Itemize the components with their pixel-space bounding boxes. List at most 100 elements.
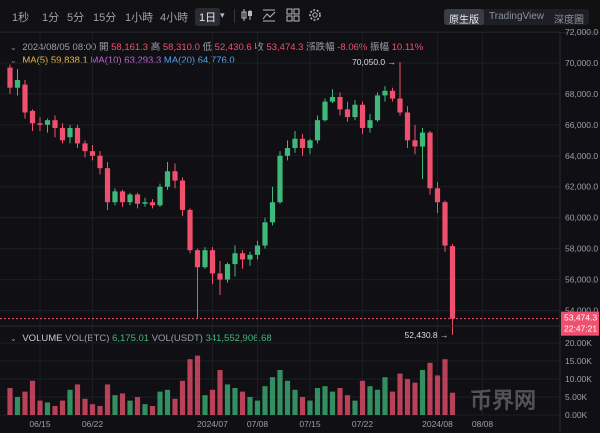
candle-body bbox=[82, 143, 88, 152]
candle-body bbox=[269, 202, 276, 223]
volume-bar bbox=[352, 400, 358, 415]
candle-body bbox=[29, 110, 36, 124]
date-tick-label: 06/15 bbox=[29, 419, 51, 429]
candle-body bbox=[307, 140, 313, 149]
volume-tick-label: 20.00K bbox=[565, 338, 592, 348]
timeframe-15m[interactable]: 15分 bbox=[93, 9, 116, 25]
candle-body bbox=[134, 194, 141, 204]
volume-tick-label: 0.00K bbox=[565, 410, 588, 420]
candle-body bbox=[239, 253, 246, 260]
price-tick-label: 62,000.0 bbox=[565, 182, 598, 192]
low-value: 52,430.6 bbox=[214, 42, 252, 53]
high-price-marker: 70,050.0 → bbox=[352, 57, 396, 67]
date-axis: 06/15 06/22 2024/07 07/08 07/15 07/22 2024/08 0… bbox=[29, 419, 493, 429]
timeframe-1h[interactable]: 1小時 bbox=[125, 9, 153, 25]
candle-body bbox=[22, 84, 28, 113]
candle-body bbox=[89, 151, 96, 156]
volume-bar bbox=[194, 355, 201, 415]
volume-bar bbox=[442, 359, 448, 415]
ma5-value: 59,838.1 bbox=[50, 55, 88, 66]
indicators-icon[interactable] bbox=[262, 8, 276, 25]
close-value: 53,474.3 bbox=[266, 42, 304, 53]
candle-body bbox=[14, 79, 21, 88]
volume-label: VOLUME bbox=[22, 333, 63, 344]
ohlc-info-row: ⌄ 2024/08/05 08:00 開 58,161.3 高 58,310.0… bbox=[10, 39, 423, 53]
price-tick-label: 64,000.0 bbox=[565, 151, 598, 161]
price-tick-label: 70,000.0 bbox=[565, 58, 598, 68]
volume-bar bbox=[217, 370, 223, 415]
volume-bar bbox=[187, 359, 193, 415]
candle-body bbox=[119, 191, 126, 203]
volume-bars-layer bbox=[7, 355, 456, 415]
candle-body bbox=[434, 188, 441, 203]
candle-body bbox=[404, 112, 411, 141]
candle-body bbox=[127, 194, 133, 203]
volume-bar bbox=[82, 398, 88, 415]
low-label: 低 bbox=[202, 42, 213, 53]
settings-icon[interactable] bbox=[308, 8, 322, 25]
candle-body bbox=[277, 155, 283, 203]
timeframe-5m[interactable]: 5分 bbox=[67, 9, 84, 25]
view-mode-switch: 原生版 TradingView 深度圖 bbox=[444, 9, 590, 26]
timeframe-1m[interactable]: 1分 bbox=[42, 9, 59, 25]
candlestick-type-icon[interactable] bbox=[240, 8, 254, 25]
timeframe-4h[interactable]: 4小時 bbox=[160, 9, 188, 25]
collapse-caret-icon[interactable]: ⌄ bbox=[10, 43, 17, 52]
volume-bar bbox=[434, 375, 441, 415]
candle-body bbox=[187, 209, 193, 251]
amplitude-value: 10.11% bbox=[391, 42, 424, 53]
volume-bar bbox=[74, 384, 81, 415]
candle-body bbox=[232, 253, 238, 265]
candle-body bbox=[284, 148, 291, 156]
volume-bar bbox=[134, 397, 141, 415]
candle-body bbox=[412, 140, 418, 147]
change-value: -8.06% bbox=[337, 42, 368, 53]
vol-usdt-label: VOL(USDT) bbox=[151, 333, 203, 344]
view-mode-native[interactable]: 原生版 bbox=[444, 9, 484, 26]
candle-body bbox=[382, 90, 388, 96]
volume-bar bbox=[284, 380, 291, 415]
candle-body bbox=[149, 202, 156, 206]
volume-bar bbox=[149, 406, 156, 415]
layout-icon[interactable] bbox=[286, 8, 300, 25]
volume-tick-label: 15.00K bbox=[565, 356, 592, 366]
amplitude-label: 振幅 bbox=[369, 42, 389, 53]
volume-bar bbox=[322, 386, 328, 415]
candle-body bbox=[359, 104, 366, 128]
volume-bar bbox=[172, 398, 178, 415]
volume-bar bbox=[262, 386, 268, 415]
timeframe-1d[interactable]: 1日 bbox=[195, 8, 221, 26]
candle-body bbox=[112, 191, 118, 203]
volume-bar bbox=[112, 395, 118, 415]
volume-bar bbox=[179, 380, 186, 415]
view-mode-tradingview[interactable]: TradingView bbox=[484, 9, 549, 25]
collapse-caret-icon[interactable]: ⌄ bbox=[10, 56, 17, 65]
volume-bar bbox=[67, 389, 73, 415]
volume-tick-label: 10.00K bbox=[565, 374, 592, 384]
chevron-down-icon[interactable]: ▾ bbox=[220, 10, 225, 21]
price-tick-label: 58,000.0 bbox=[565, 244, 598, 254]
candle-body bbox=[247, 254, 253, 260]
volume-bar bbox=[374, 389, 381, 415]
candle-body bbox=[104, 168, 111, 203]
volume-bar bbox=[337, 388, 343, 415]
candle-body bbox=[37, 123, 43, 125]
toolbar-divider bbox=[234, 9, 235, 23]
view-mode-depth[interactable]: 深度圖 bbox=[549, 9, 589, 26]
candle-body bbox=[442, 202, 448, 246]
collapse-caret-icon[interactable]: ⌄ bbox=[10, 334, 17, 343]
candle-body bbox=[344, 109, 351, 118]
volume-bar bbox=[254, 400, 261, 415]
volume-bar bbox=[209, 389, 216, 415]
timeframe-1s[interactable]: 1秒 bbox=[12, 9, 29, 25]
volume-bar bbox=[277, 370, 283, 415]
volume-bar bbox=[157, 391, 163, 415]
close-label: 收 bbox=[254, 42, 264, 53]
candle-body bbox=[194, 250, 201, 268]
price-axis: 72,000.070,000.068,000.066,000.064,000.0… bbox=[565, 27, 598, 316]
candle-body bbox=[179, 180, 186, 210]
volume-bar bbox=[119, 393, 126, 415]
volume-bar bbox=[224, 384, 231, 415]
volume-bar bbox=[164, 389, 171, 415]
vol-btc-label: VOL(BTC) bbox=[65, 333, 110, 344]
